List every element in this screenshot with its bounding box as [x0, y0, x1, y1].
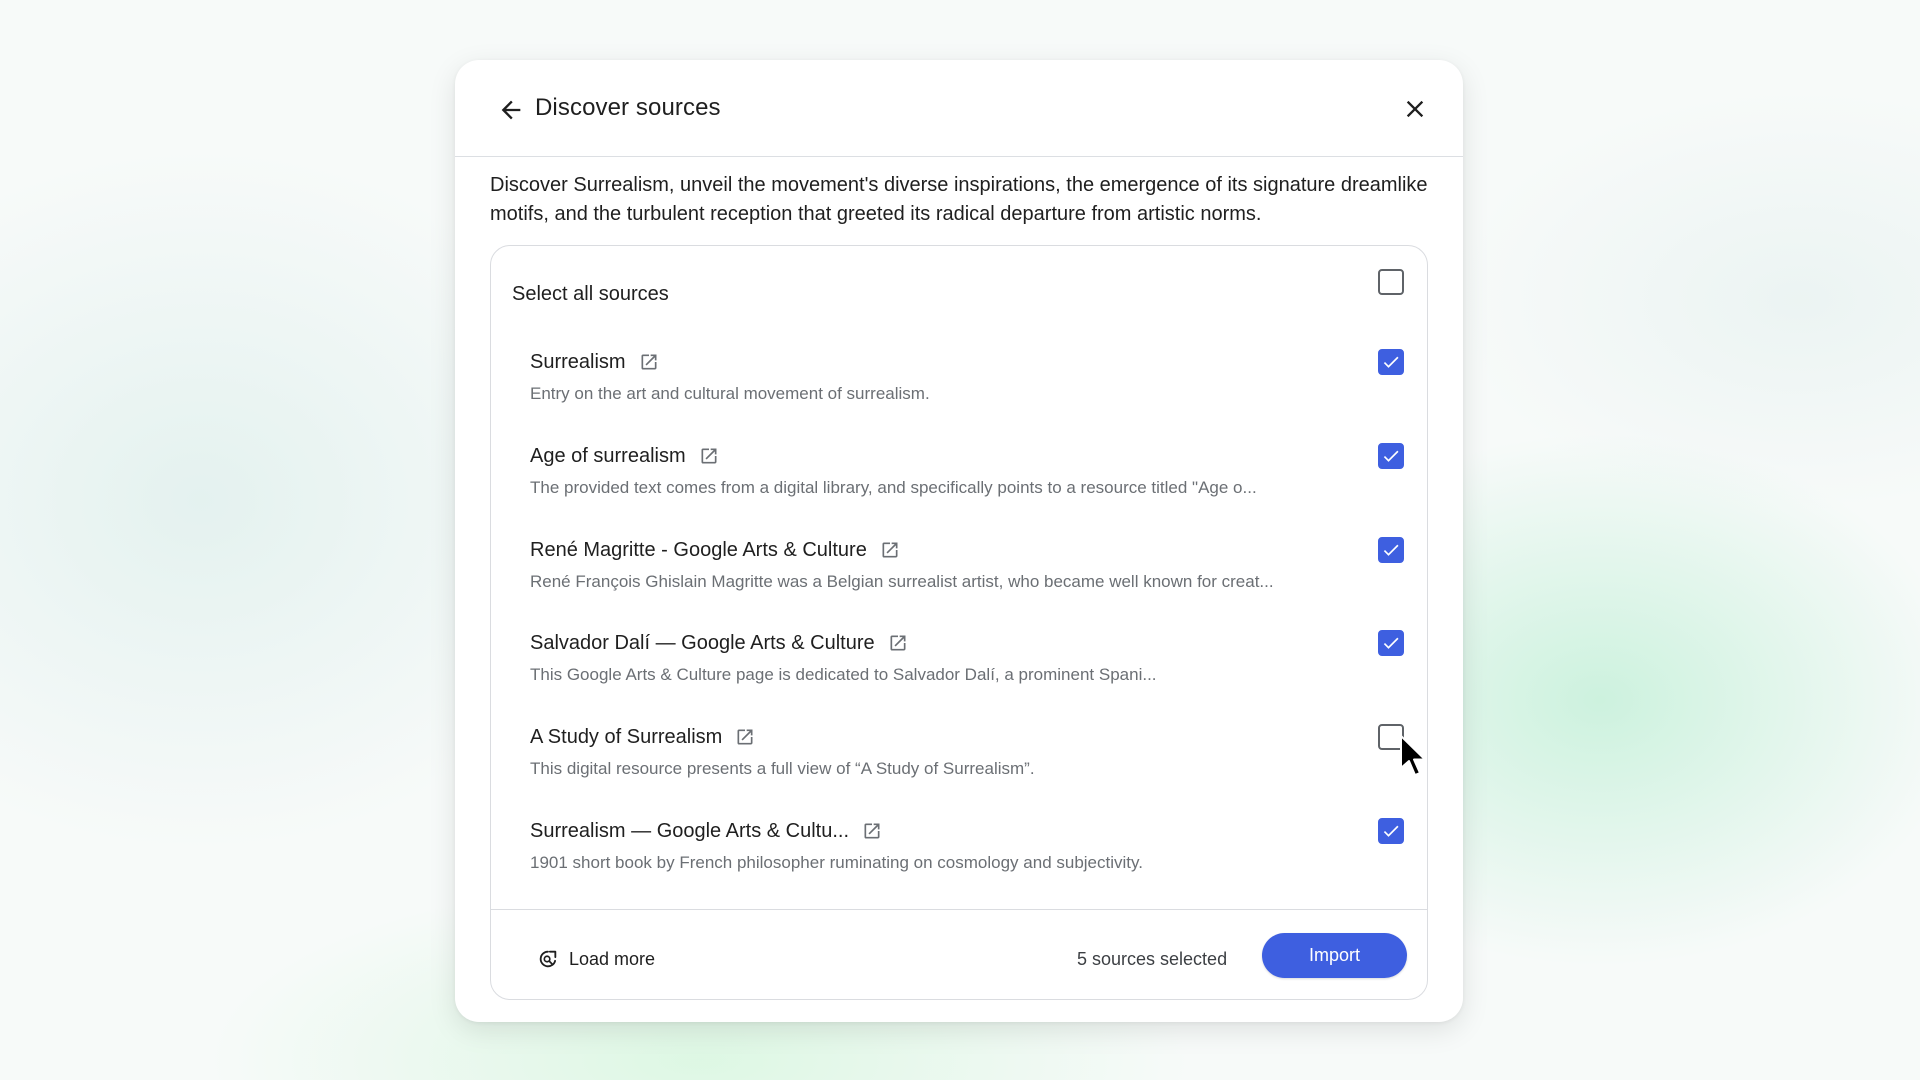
close-icon	[1406, 100, 1424, 118]
open-in-new-icon[interactable]	[734, 726, 756, 748]
source-item[interactable]: A Study of Surrealism This digital resour…	[491, 722, 1427, 816]
checkmark-icon	[1383, 825, 1399, 837]
source-title-row: Age of surrealism	[530, 441, 720, 471]
source-checkbox[interactable]	[1378, 537, 1404, 563]
source-checkbox[interactable]	[1378, 630, 1404, 656]
source-item[interactable]: Age of surrealism The provided text comes…	[491, 441, 1427, 535]
source-title[interactable]: Age of surrealism	[530, 445, 686, 468]
dialog-title: Discover sources	[535, 94, 721, 121]
open-in-new-icon[interactable]	[698, 445, 720, 467]
source-checkbox[interactable]	[1378, 724, 1404, 750]
select-all-checkbox[interactable]	[1378, 269, 1404, 295]
source-title-row: Surrealism	[530, 347, 660, 377]
source-description: This digital resource presents a full vi…	[530, 759, 1035, 778]
source-item[interactable]: Surrealism Entry on the art and cultural …	[491, 347, 1427, 441]
open-in-new-icon[interactable]	[887, 632, 909, 654]
source-description: This Google Arts & Culture page is dedic…	[530, 665, 1157, 684]
source-title[interactable]: Surrealism — Google Arts & Cultu...	[530, 820, 849, 843]
source-title-row: Surrealism — Google Arts & Cultu...	[530, 816, 883, 846]
source-description: René François Ghislain Magritte was a Be…	[530, 572, 1274, 591]
load-more-button[interactable]: Load more	[537, 948, 655, 970]
dialog-description: Discover Surrealism, unveil the movement…	[490, 174, 1428, 225]
arrow-back-icon	[501, 100, 521, 120]
selected-count: 5 sources selected	[1077, 949, 1228, 969]
load-more-icon	[537, 948, 559, 970]
source-item[interactable]: René Magritte - Google Arts & Culture Ren…	[491, 535, 1427, 629]
source-title[interactable]: Surrealism	[530, 351, 626, 374]
source-title[interactable]: René Magritte - Google Arts & Culture	[530, 539, 867, 562]
checkmark-icon	[1383, 450, 1399, 462]
checkmark-icon	[1383, 637, 1399, 649]
source-title[interactable]: Salvador Dalí — Google Arts & Culture	[530, 632, 875, 655]
source-title-row: Salvador Dalí — Google Arts & Culture	[530, 628, 909, 658]
sources-list-card: Select all sources Surrealism Entry on th…	[490, 245, 1428, 1000]
dialog-footer: Load more 5 sources selected Import	[491, 909, 1427, 1000]
back-button[interactable]	[491, 90, 531, 130]
open-in-new-icon[interactable]	[879, 539, 901, 561]
source-item[interactable]: Surrealism — Google Arts & Cultu... 1901 …	[491, 816, 1427, 910]
source-description: The provided text comes from a digital l…	[530, 478, 1257, 497]
source-checkbox[interactable]	[1378, 818, 1404, 844]
checkmark-icon	[1383, 544, 1399, 556]
checkmark-icon	[1383, 356, 1399, 368]
source-title[interactable]: A Study of Surrealism	[530, 726, 722, 749]
select-all-label: Select all sources	[512, 283, 669, 305]
close-button[interactable]	[1395, 89, 1435, 129]
source-title-row: A Study of Surrealism	[530, 722, 756, 752]
import-button[interactable]: Import	[1262, 933, 1407, 978]
open-in-new-icon[interactable]	[861, 820, 883, 842]
source-title-row: René Magritte - Google Arts & Culture	[530, 535, 901, 565]
source-description: 1901 short book by French philosopher ru…	[530, 853, 1143, 872]
dialog-header: Discover sources	[455, 60, 1463, 157]
source-item[interactable]: Salvador Dalí — Google Arts & Culture Thi…	[491, 628, 1427, 722]
load-more-label: Load more	[569, 948, 656, 969]
discover-sources-dialog: Discover sources Discover Surrealism, un…	[455, 60, 1463, 1022]
source-checkbox[interactable]	[1378, 349, 1404, 375]
source-checkbox[interactable]	[1378, 443, 1404, 469]
source-description: Entry on the art and cultural movement o…	[530, 384, 930, 403]
open-in-new-icon[interactable]	[638, 351, 660, 373]
